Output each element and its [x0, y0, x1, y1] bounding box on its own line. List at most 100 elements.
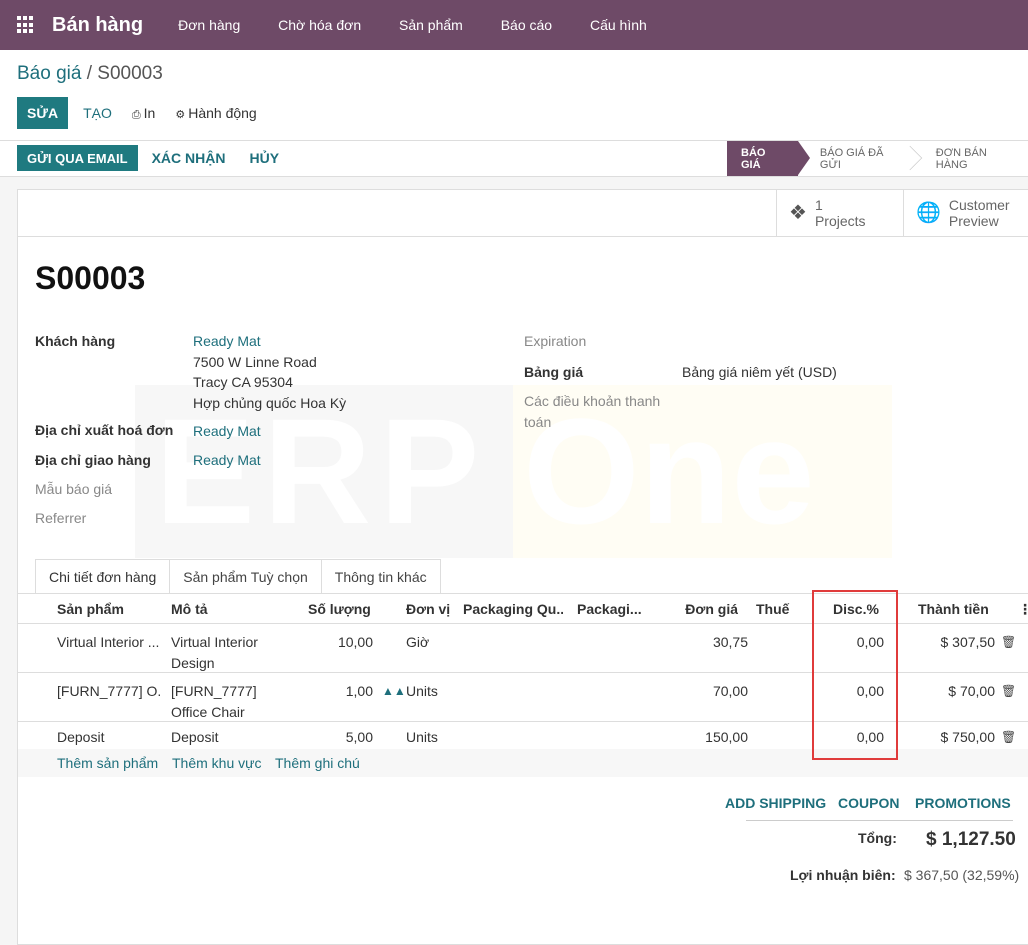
menu-reporting[interactable]: Báo cáo — [501, 17, 552, 33]
cell-description[interactable]: Deposit — [171, 727, 291, 748]
forecast-graph-icon[interactable]: ▲▲ — [382, 681, 406, 702]
top-navbar: Bán hàng Đơn hàng Chờ hóa đơn Sản phẩm B… — [0, 0, 1028, 50]
cell-description-line1: Virtual Interior — [171, 634, 258, 650]
projects-smart-button[interactable]: ❖ 1 Projects — [776, 190, 903, 236]
customer-preview-button[interactable]: 🌐 Customer Preview — [903, 190, 1028, 236]
pricelist-value[interactable]: Bảng giá niêm yết (USD) — [682, 362, 837, 383]
col-unit-price[interactable]: Đơn giá — [668, 601, 738, 617]
breadcrumb-current: S00003 — [97, 63, 163, 84]
tab-other-info[interactable]: Thông tin khác — [320, 559, 441, 594]
top-menu: Đơn hàng Chờ hóa đơn Sản phẩm Báo cáo Cấ… — [161, 17, 664, 33]
send-email-button[interactable]: GỬI QUA EMAIL — [17, 145, 138, 171]
cancel-button[interactable]: HỦY — [249, 150, 279, 166]
column-options-icon[interactable]: ⋮ — [1018, 601, 1028, 618]
cell-quantity[interactable]: 10,00 — [308, 632, 373, 653]
control-panel: SỬA TẠO ⎙ In ⚙ Hành động — [17, 97, 257, 129]
add-shipping-button[interactable]: ADD SHIPPING — [725, 795, 826, 811]
customer-link[interactable]: Ready Mat — [193, 331, 346, 352]
cell-description-line2: Design — [171, 654, 215, 671]
print-label: In — [143, 104, 156, 121]
smart-button-box: ❖ 1 Projects 🌐 Customer Preview — [18, 190, 1028, 237]
menu-orders[interactable]: Đơn hàng — [178, 17, 240, 33]
customer-label: Khách hàng — [35, 333, 116, 349]
add-section-link[interactable]: Thêm khu vực — [172, 755, 262, 771]
menu-configuration[interactable]: Cấu hình — [590, 17, 647, 33]
edit-button[interactable]: SỬA — [17, 97, 69, 129]
cell-product[interactable]: [FURN_7777] O... — [57, 681, 162, 702]
tab-optional-products[interactable]: Sản phẩm Tuỳ chọn — [169, 559, 322, 594]
cell-uom[interactable]: Units — [406, 681, 456, 702]
cell-product[interactable]: Virtual Interior ... — [57, 632, 162, 653]
gear-icon: ⚙ — [175, 109, 186, 121]
cell-product[interactable]: Deposit — [57, 727, 162, 748]
cell-description-line1: [FURN_7777] — [171, 683, 257, 699]
invoice-address-link[interactable]: Ready Mat — [193, 423, 261, 439]
customer-field: Ready Mat 7500 W Linne Road Tracy CA 953… — [193, 331, 346, 413]
quotation-template-label: Mẫu báo giá — [35, 481, 113, 497]
cell-description[interactable]: [FURN_7777] Office Chair — [171, 681, 291, 722]
cell-quantity[interactable]: 1,00 — [308, 681, 373, 702]
tab-order-lines[interactable]: Chi tiết đơn hàng — [35, 559, 171, 594]
pricelist-label: Bảng giá — [524, 364, 584, 380]
cell-uom[interactable]: Giờ — [406, 632, 456, 653]
margin-value: $ 367,50 (32,59%) — [904, 867, 1020, 883]
breadcrumb-quotations[interactable]: Báo giá — [17, 63, 81, 84]
col-packaging[interactable]: Packagi... — [577, 601, 647, 617]
cell-unit-price[interactable]: 70,00 — [678, 681, 748, 702]
col-subtotal[interactable]: Thành tiền — [918, 601, 998, 617]
cell-quantity[interactable]: 5,00 — [308, 727, 373, 748]
record-title: S00003 — [35, 260, 146, 296]
menu-to-invoice[interactable]: Chờ hóa đơn — [278, 17, 361, 33]
trash-icon[interactable]: 🗑 — [1001, 727, 1016, 748]
cell-uom[interactable]: Units — [406, 727, 456, 748]
col-taxes[interactable]: Thuế — [756, 601, 796, 617]
preview-line1: Customer — [948, 197, 1010, 213]
stage-quotation[interactable]: BÁO GIÁ — [727, 141, 810, 176]
totals-divider — [746, 820, 1013, 821]
col-description[interactable]: Mô tả — [171, 601, 271, 617]
margin-label: Lợi nhuận biên: — [790, 867, 896, 883]
promotions-button[interactable]: PROMOTIONS — [915, 795, 1011, 811]
action-button[interactable]: ⚙ Hành động — [175, 105, 256, 121]
menu-products[interactable]: Sản phẩm — [399, 17, 463, 33]
form-sheet: ❖ 1 Projects 🌐 Customer Preview ERP One … — [17, 189, 1028, 945]
add-note-link[interactable]: Thêm ghi chú — [275, 755, 360, 771]
col-product[interactable]: Sản phẩm — [57, 601, 157, 617]
projects-smart-button-text: 1 Projects — [815, 197, 866, 229]
coupon-button[interactable]: COUPON — [838, 795, 899, 811]
customer-address-line3: Hợp chủng quốc Hoa Kỳ — [193, 394, 347, 411]
referrer-label: Referrer — [35, 510, 87, 526]
customer-preview-text: Customer Preview — [949, 197, 1010, 229]
confirm-button[interactable]: XÁC NHẬN — [152, 150, 226, 166]
create-button[interactable]: TẠO — [83, 105, 112, 121]
stage-quotation-sent-label: BÁO GIÁ ĐÃ GỬI — [819, 146, 884, 171]
invoice-address-label: Địa chỉ xuất hoá đơn — [35, 422, 174, 438]
cell-unit-price[interactable]: 150,00 — [678, 727, 748, 748]
puzzle-icon: ❖ — [789, 202, 807, 224]
expiration-label: Expiration — [524, 333, 587, 349]
col-packaging-qty[interactable]: Packaging Qu... — [463, 601, 563, 617]
add-product-link[interactable]: Thêm sản phẩm — [57, 755, 158, 771]
projects-label: Projects — [814, 213, 866, 229]
discount-column-highlight — [812, 590, 898, 760]
trash-icon[interactable]: 🗑 — [1001, 681, 1016, 702]
trash-icon[interactable]: 🗑 — [1001, 632, 1016, 653]
stage-sales-order[interactable]: ĐƠN BÁN HÀNG — [914, 141, 1028, 176]
delivery-address-link[interactable]: Ready Mat — [193, 452, 261, 468]
cell-unit-price[interactable]: 30,75 — [678, 632, 748, 653]
stage-quotation-sent[interactable]: BÁO GIÁ ĐÃ GỬI — [798, 141, 922, 176]
total-value: $ 1,127.50 — [926, 829, 1016, 850]
notebook-tabs: Chi tiết đơn hàng Sản phẩm Tuỳ chọn Thôn… — [35, 559, 441, 594]
delivery-address-label: Địa chỉ giao hàng — [35, 452, 151, 468]
col-uom[interactable]: Đơn vị — [406, 601, 456, 617]
cell-description[interactable]: Virtual Interior Design — [171, 632, 291, 673]
payment-terms-label-line1: Các điều khoản thanh — [524, 393, 661, 409]
payment-terms-label: Các điều khoản thanh toán — [524, 391, 660, 432]
globe-icon: 🌐 — [916, 202, 941, 224]
app-name[interactable]: Bán hàng — [52, 14, 143, 37]
col-quantity[interactable]: Số lượng — [308, 601, 388, 617]
customer-address-line1: 7500 W Linne Road — [193, 353, 317, 370]
print-button[interactable]: ⎙ In — [132, 105, 156, 122]
apps-menu-icon[interactable] — [17, 16, 35, 34]
customer-address-line2: Tracy CA 95304 — [193, 374, 293, 390]
